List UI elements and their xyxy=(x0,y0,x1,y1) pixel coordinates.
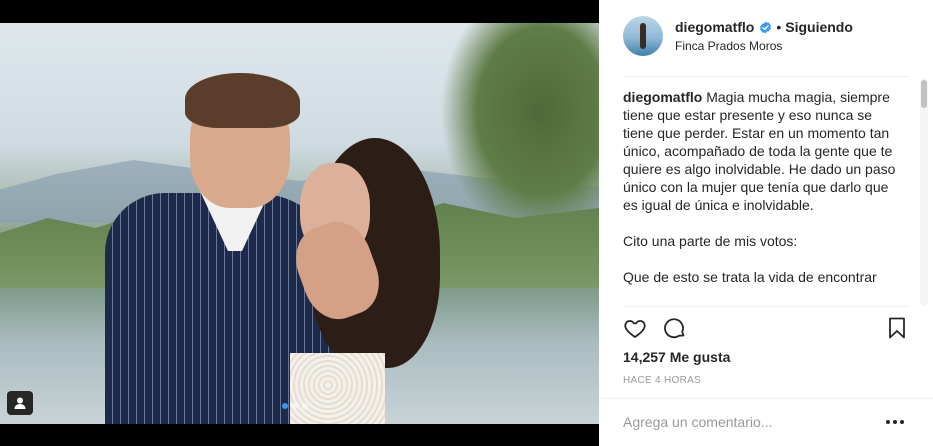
header-row: diegomatflo • Siguiendo xyxy=(675,19,853,35)
verified-badge-icon xyxy=(760,20,772,34)
more-options-icon[interactable] xyxy=(885,412,905,432)
username-link[interactable]: diegomatflo xyxy=(675,19,754,35)
divider xyxy=(623,306,909,307)
post-header: diegomatflo • Siguiendo Finca Prados Mor… xyxy=(599,0,933,72)
like-button[interactable] xyxy=(621,314,649,342)
bride-dress xyxy=(290,353,385,424)
person-tag-icon[interactable] xyxy=(7,391,33,415)
header-text: diegomatflo • Siguiendo Finca Prados Mor… xyxy=(675,19,853,53)
action-bar xyxy=(621,314,911,342)
heart-icon xyxy=(624,320,646,339)
caption-text: Magia mucha magia, siempre tiene que est… xyxy=(623,89,896,213)
caption-paragraph: Cito una parte de mis votos: xyxy=(623,233,798,249)
more-dot xyxy=(893,420,897,424)
carousel-indicator xyxy=(282,403,308,409)
caption-scrollbar-track[interactable] xyxy=(920,78,928,306)
carousel-dot xyxy=(302,403,308,409)
groom-hair xyxy=(185,73,300,128)
save-button[interactable] xyxy=(883,314,911,342)
carousel-dot xyxy=(292,403,298,409)
following-button[interactable]: Siguiendo xyxy=(785,19,853,35)
caption-paragraph: diegomatflo Magia mucha magia, siempre t… xyxy=(623,88,897,214)
comment-button[interactable] xyxy=(661,314,689,342)
caption-scrollbar-thumb[interactable] xyxy=(921,80,927,108)
comment-input[interactable] xyxy=(623,412,863,432)
more-dot xyxy=(900,420,904,424)
more-dot xyxy=(886,420,890,424)
post-caption: diegomatflo Magia mucha magia, siempre t… xyxy=(623,88,897,305)
comment-bubble-icon xyxy=(664,318,685,339)
avatar[interactable] xyxy=(623,16,663,56)
post-photo[interactable] xyxy=(0,23,599,424)
caption-paragraph: Que de esto se trata la vida de encontra… xyxy=(623,269,877,285)
carousel-dot-active xyxy=(282,403,288,409)
post-media xyxy=(0,0,599,446)
divider xyxy=(623,76,909,77)
divider xyxy=(599,398,933,399)
bookmark-icon xyxy=(889,317,905,339)
post-details-panel: diegomatflo • Siguiendo Finca Prados Mor… xyxy=(599,0,933,446)
location-link[interactable]: Finca Prados Moros xyxy=(675,39,853,53)
post-timestamp[interactable]: HACE 4 HORAS xyxy=(623,375,701,386)
separator-dot: • xyxy=(776,19,782,35)
likes-count[interactable]: 14,257 Me gusta xyxy=(623,349,730,365)
caption-username[interactable]: diegomatflo xyxy=(623,89,702,105)
